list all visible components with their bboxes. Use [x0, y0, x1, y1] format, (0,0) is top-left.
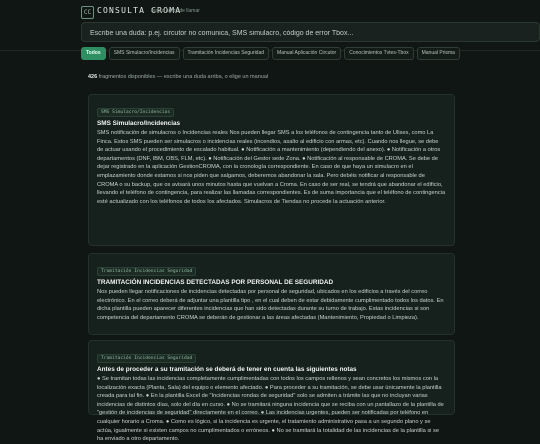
- result-body: Nos pueden llegar notificaciones de inci…: [97, 289, 444, 321]
- logo-icon: CC: [81, 6, 94, 19]
- search-input[interactable]: [88, 26, 532, 40]
- result-title: TRAMITACIÓN INCIDENCIAS DETECTADAS POR P…: [97, 279, 334, 286]
- result-body: ● Se tramitan todas las incidencias comp…: [97, 376, 444, 443]
- tab-tramitacion-seguridad[interactable]: Tramitación Incidencias Seguridad: [182, 47, 270, 60]
- result-title: SMS Simulacro/Incidencias: [97, 120, 181, 127]
- results-count: 426: [88, 74, 98, 80]
- source-badge: Tramitación Incidencias Seguridad: [97, 267, 197, 276]
- result-title: Antes de proceder a su tramitación se de…: [97, 366, 357, 373]
- search-box[interactable]: [81, 22, 540, 42]
- tab-todos[interactable]: Todos: [81, 47, 106, 60]
- app-header: CC CONSULTA CROMA busca antes de llamar: [0, 0, 540, 51]
- result-card[interactable]: Tramitación Incidencias Seguridad Antes …: [88, 340, 455, 442]
- results-summary-text: fragmentos disponibles — escribe una dud…: [98, 74, 269, 80]
- source-badge: SMS Simulacro/Incidencias: [97, 108, 175, 117]
- app-tagline: busca antes de llamar: [151, 8, 200, 14]
- tab-manual-prisma[interactable]: Manual Prisma: [416, 47, 460, 60]
- results-summary: 426 fragmentos disponibles — escribe una…: [88, 74, 268, 80]
- result-body: SMS notificación de simulacros o Inciden…: [97, 130, 446, 205]
- tab-manual-circutor[interactable]: Manual Aplicación Circutor: [272, 47, 342, 60]
- source-badge: Tramitación Incidencias Seguridad: [97, 354, 197, 363]
- manual-filter-tabs: Todos SMS Simulacro/Incidencias Tramitació…: [81, 47, 540, 61]
- result-card[interactable]: Tramitación Incidencias Seguridad TRAMIT…: [88, 253, 455, 335]
- result-card[interactable]: SMS Simulacro/Incidencias SMS Simulacro/…: [88, 94, 455, 246]
- tab-sms-simulacro[interactable]: SMS Simulacro/Incidencias: [108, 47, 180, 60]
- tab-conocimientos-tbox[interactable]: Conocimientos Tvtes-Tbox: [344, 47, 414, 60]
